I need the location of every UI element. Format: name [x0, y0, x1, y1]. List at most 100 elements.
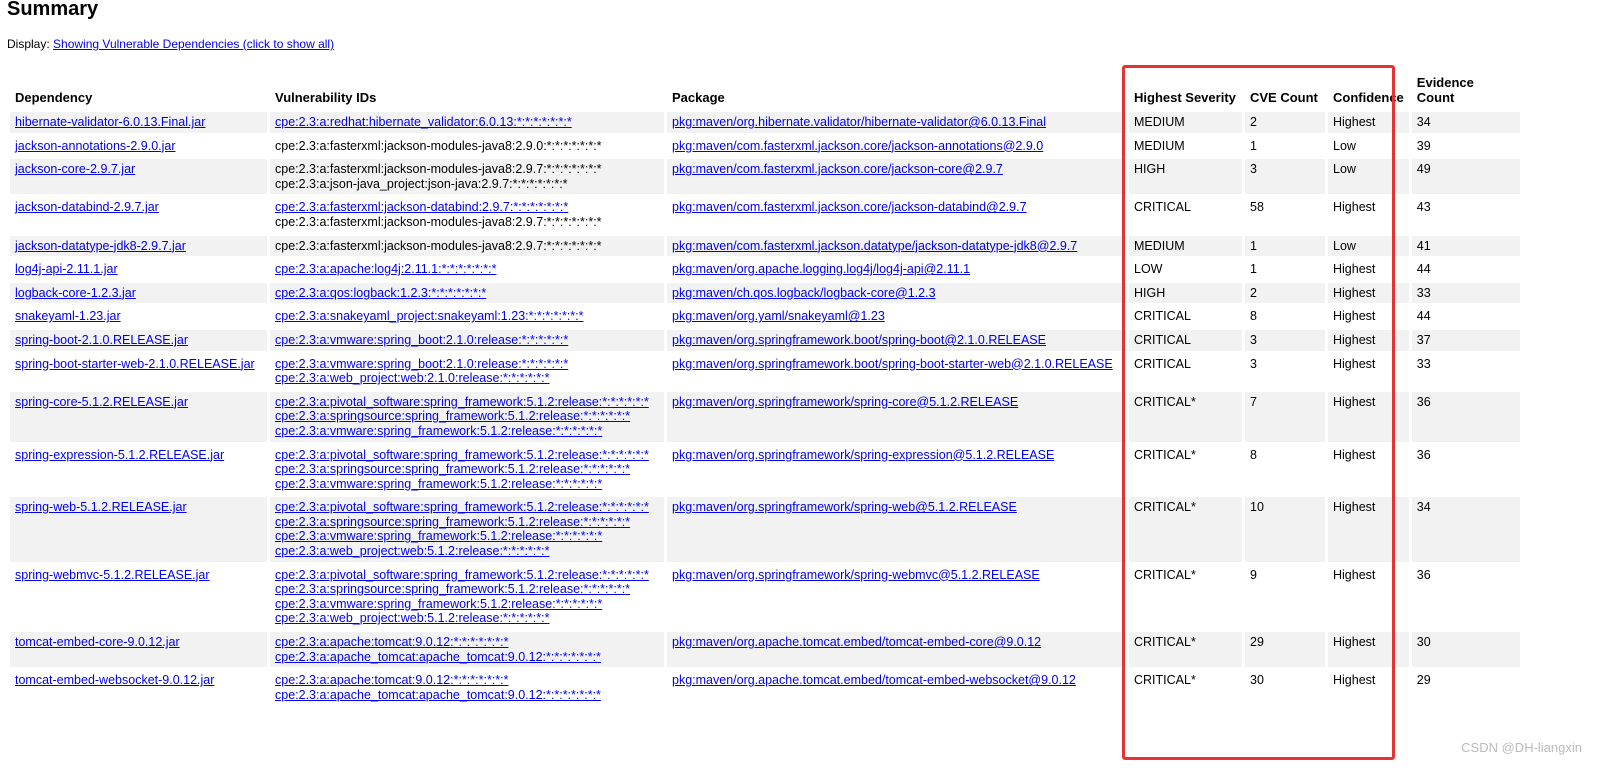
- package-link[interactable]: pkg:maven/org.springframework/spring-cor…: [672, 395, 1018, 409]
- package-link[interactable]: pkg:maven/org.yaml/snakeyaml@1.23: [672, 309, 885, 323]
- vulnerability-ids-cell: cpe:2.3:a:pivotal_software:spring_framew…: [270, 391, 664, 442]
- col-cve-count[interactable]: CVE Count: [1245, 73, 1325, 109]
- package-link[interactable]: pkg:maven/org.springframework.boot/sprin…: [672, 333, 1046, 347]
- package-cell: pkg:maven/org.springframework.boot/sprin…: [667, 354, 1126, 389]
- package-cell: pkg:maven/org.springframework/spring-web…: [667, 565, 1126, 629]
- package-link[interactable]: pkg:maven/org.springframework/spring-exp…: [672, 448, 1054, 462]
- cpe-link[interactable]: cpe:2.3:a:web_project:web:5.1.2:release:…: [275, 611, 659, 626]
- package-cell: pkg:maven/org.springframework.boot/sprin…: [667, 329, 1126, 351]
- cpe-link[interactable]: cpe:2.3:a:vmware:spring_boot:2.1.0:relea…: [275, 357, 659, 372]
- dependency-link[interactable]: logback-core-1.2.3.jar: [15, 286, 136, 300]
- table-row: spring-core-5.1.2.RELEASE.jar cpe:2.3:a:p…: [10, 391, 1520, 442]
- package-cell: pkg:maven/com.fasterxml.jackson.core/jac…: [667, 136, 1126, 157]
- dependency-link[interactable]: log4j-api-2.11.1.jar: [15, 262, 118, 276]
- cpe-link[interactable]: cpe:2.3:a:snakeyaml_project:snakeyaml:1.…: [275, 309, 659, 324]
- dependency-link[interactable]: jackson-annotations-2.9.0.jar: [15, 139, 176, 153]
- cpe-link[interactable]: cpe:2.3:a:fasterxml:jackson-databind:2.9…: [275, 200, 659, 215]
- severity-cell: CRITICAL*: [1129, 391, 1242, 442]
- package-link[interactable]: pkg:maven/org.apache.tomcat.embed/tomcat…: [672, 673, 1076, 687]
- display-filter: Display: Showing Vulnerable Dependencies…: [7, 37, 334, 51]
- show-all-link[interactable]: Showing Vulnerable Dependencies (click t…: [53, 37, 334, 51]
- cpe-link[interactable]: cpe:2.3:a:apache:tomcat:9.0.12:*:*:*:*:*…: [275, 635, 659, 650]
- cpe-link[interactable]: cpe:2.3:a:vmware:spring_boot:2.1.0:relea…: [275, 333, 659, 348]
- table-row: spring-boot-2.1.0.RELEASE.jar cpe:2.3:a:v…: [10, 329, 1520, 351]
- dependency-cell: spring-web-5.1.2.RELEASE.jar: [10, 497, 267, 562]
- cpe-link[interactable]: cpe:2.3:a:springsource:spring_framework:…: [275, 582, 659, 597]
- package-link[interactable]: pkg:maven/ch.qos.logback/logback-core@1.…: [672, 286, 936, 300]
- evidence-count-cell: 29: [1416, 673, 1431, 688]
- package-link[interactable]: pkg:maven/org.springframework/spring-web…: [672, 500, 1017, 514]
- cpe-link[interactable]: cpe:2.3:a:springsource:spring_framework:…: [275, 515, 659, 530]
- dependency-link[interactable]: jackson-datatype-jdk8-2.9.7.jar: [15, 239, 186, 253]
- cpe-link[interactable]: cpe:2.3:a:springsource:spring_framework:…: [275, 409, 659, 424]
- dependency-cell: jackson-annotations-2.9.0.jar: [10, 136, 267, 157]
- cpe-link[interactable]: cpe:2.3:a:springsource:spring_framework:…: [275, 462, 659, 477]
- dependency-link[interactable]: jackson-databind-2.9.7.jar: [15, 200, 159, 214]
- vulnerability-ids-cell: cpe:2.3:a:fasterxml:jackson-databind:2.9…: [270, 197, 664, 232]
- cpe-link[interactable]: cpe:2.3:a:vmware:spring_framework:5.1.2:…: [275, 477, 659, 492]
- dependency-link[interactable]: spring-core-5.1.2.RELEASE.jar: [15, 395, 188, 409]
- cve-count-cell: 58: [1250, 200, 1264, 215]
- package-link[interactable]: pkg:maven/com.fasterxml.jackson.core/jac…: [672, 139, 1043, 153]
- package-link[interactable]: pkg:maven/org.apache.logging.log4j/log4j…: [672, 262, 970, 276]
- evidence-count-cell: 44: [1416, 262, 1431, 277]
- package-cell: pkg:maven/com.fasterxml.jackson.core/jac…: [667, 197, 1126, 232]
- dependency-link[interactable]: spring-webmvc-5.1.2.RELEASE.jar: [15, 568, 210, 582]
- severity-cell: LOW: [1134, 262, 1163, 277]
- cpe-link[interactable]: cpe:2.3:a:vmware:spring_framework:5.1.2:…: [275, 529, 659, 544]
- dependency-link[interactable]: spring-expression-5.1.2.RELEASE.jar: [15, 448, 224, 462]
- col-evidence-count[interactable]: Evidence Count: [1412, 73, 1520, 109]
- dependency-link[interactable]: jackson-core-2.9.7.jar: [15, 162, 135, 176]
- col-confidence[interactable]: Confidence: [1328, 73, 1409, 109]
- cpe-link[interactable]: cpe:2.3:a:apache_tomcat:apache_tomcat:9.…: [275, 688, 659, 703]
- dependency-link[interactable]: spring-boot-2.1.0.RELEASE.jar: [15, 333, 188, 347]
- table-row: hibernate-validator-6.0.13.Final.jar cpe:…: [10, 112, 1520, 133]
- cpe-link[interactable]: cpe:2.3:a:pivotal_software:spring_framew…: [275, 500, 659, 515]
- cve-count-cell: 9: [1250, 567, 1257, 582]
- severity-cell: MEDIUM: [1129, 235, 1242, 257]
- cpe-link[interactable]: cpe:2.3:a:apache:tomcat:9.0.12:*:*:*:*:*…: [275, 673, 659, 688]
- package-link[interactable]: pkg:maven/org.hibernate.validator/hibern…: [672, 115, 1046, 129]
- severity-cell: CRITICAL*: [1129, 632, 1242, 668]
- cpe-link[interactable]: cpe:2.3:a:qos:logback:1.2.3:*:*:*:*:*:*:…: [275, 286, 659, 301]
- package-link[interactable]: pkg:maven/org.springframework.boot/sprin…: [672, 357, 1113, 371]
- col-package[interactable]: Package: [667, 73, 1126, 109]
- dependency-link[interactable]: snakeyaml-1.23.jar: [15, 309, 121, 323]
- dependency-cell: spring-boot-starter-web-2.1.0.RELEASE.ja…: [10, 354, 267, 389]
- cpe-link[interactable]: cpe:2.3:a:web_project:web:2.1.0:release:…: [275, 371, 659, 386]
- dependency-cell: spring-boot-2.1.0.RELEASE.jar: [10, 329, 267, 351]
- dependency-link[interactable]: spring-boot-starter-web-2.1.0.RELEASE.ja…: [15, 357, 255, 371]
- col-dependency[interactable]: Dependency: [10, 73, 267, 109]
- dependency-link[interactable]: tomcat-embed-core-9.0.12.jar: [15, 635, 180, 649]
- cpe-link[interactable]: cpe:2.3:a:apache_tomcat:apache_tomcat:9.…: [275, 650, 659, 665]
- watermark: CSDN @DH-liangxin: [1461, 740, 1582, 755]
- cpe-link[interactable]: cpe:2.3:a:pivotal_software:spring_framew…: [275, 568, 659, 583]
- dependency-link[interactable]: tomcat-embed-websocket-9.0.12.jar: [15, 673, 214, 687]
- cpe-link[interactable]: cpe:2.3:a:pivotal_software:spring_framew…: [275, 395, 659, 410]
- cpe-link[interactable]: cpe:2.3:a:pivotal_software:spring_framew…: [275, 448, 659, 463]
- vulnerability-ids-cell: cpe:2.3:a:snakeyaml_project:snakeyaml:1.…: [270, 306, 664, 327]
- package-link[interactable]: pkg:maven/org.springframework/spring-web…: [672, 568, 1040, 582]
- dependency-cell: spring-expression-5.1.2.RELEASE.jar: [10, 445, 267, 495]
- col-highest-severity[interactable]: Highest Severity: [1129, 73, 1242, 109]
- package-link[interactable]: pkg:maven/com.fasterxml.jackson.datatype…: [672, 239, 1077, 253]
- vulnerability-ids-cell: cpe:2.3:a:qos:logback:1.2.3:*:*:*:*:*:*:…: [270, 282, 664, 304]
- confidence-cell: Low: [1328, 235, 1409, 257]
- table-row: jackson-core-2.9.7.jar cpe:2.3:a:fasterxm…: [10, 159, 1520, 195]
- col-vulnerability-ids[interactable]: Vulnerability IDs: [270, 73, 664, 109]
- package-cell: pkg:maven/org.apache.tomcat.embed/tomcat…: [667, 670, 1126, 705]
- evidence-count-cell: 41: [1411, 235, 1520, 257]
- dependency-link[interactable]: hibernate-validator-6.0.13.Final.jar: [15, 115, 205, 129]
- cpe-link[interactable]: cpe:2.3:a:vmware:spring_framework:5.1.2:…: [275, 424, 659, 439]
- cpe-link[interactable]: cpe:2.3:a:web_project:web:5.1.2:release:…: [275, 544, 659, 559]
- package-link[interactable]: pkg:maven/com.fasterxml.jackson.core/jac…: [672, 162, 1003, 176]
- cpe-link[interactable]: cpe:2.3:a:redhat:hibernate_validator:6.0…: [275, 115, 659, 130]
- dependency-cell: tomcat-embed-core-9.0.12.jar: [10, 632, 267, 668]
- package-link[interactable]: pkg:maven/com.fasterxml.jackson.core/jac…: [672, 200, 1027, 214]
- cpe-link[interactable]: cpe:2.3:a:vmware:spring_framework:5.1.2:…: [275, 597, 659, 612]
- cpe-link[interactable]: cpe:2.3:a:apache:log4j:2.11.1:*:*:*:*:*:…: [275, 262, 659, 277]
- confidence-cell: Highest: [1328, 112, 1409, 133]
- cve-count-cell: 7: [1245, 391, 1325, 442]
- dependency-link[interactable]: spring-web-5.1.2.RELEASE.jar: [15, 500, 187, 514]
- package-link[interactable]: pkg:maven/org.apache.tomcat.embed/tomcat…: [672, 635, 1041, 649]
